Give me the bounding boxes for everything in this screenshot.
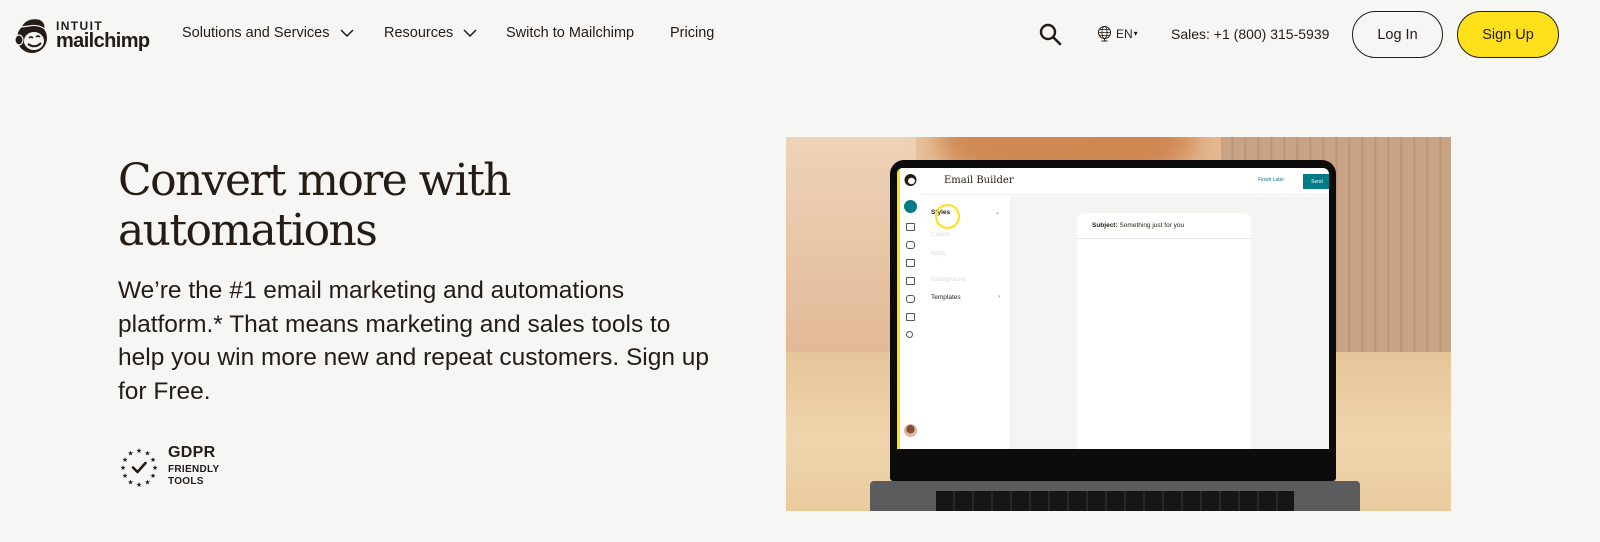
user-avatar bbox=[904, 424, 917, 437]
nav-resources[interactable]: Resources bbox=[384, 25, 477, 41]
panel-templates: Templates bbox=[931, 294, 961, 301]
cursor-highlight bbox=[935, 204, 960, 229]
svg-text:★: ★ bbox=[120, 464, 126, 472]
gdpr-title: GDPR bbox=[168, 444, 216, 461]
hero-title: Convert more with automations bbox=[118, 155, 512, 256]
search-mini-icon bbox=[906, 331, 913, 338]
email-preview-card: Subject: Something just for you bbox=[1077, 213, 1251, 449]
panel-colors: Colors bbox=[931, 231, 950, 238]
nav-solutions-label: Solutions and Services bbox=[182, 25, 330, 41]
svg-text:★: ★ bbox=[150, 456, 156, 464]
chevron-down-icon bbox=[339, 29, 354, 37]
subject-value: Something just for you bbox=[1119, 222, 1185, 229]
send-button: Send bbox=[1303, 174, 1329, 189]
chevron-down-icon bbox=[463, 29, 477, 37]
hero-image-laptop: Email Builder Finish Later Send Styles ⌄… bbox=[786, 137, 1451, 511]
chevron-right-icon: › bbox=[998, 294, 1000, 300]
svg-text:★: ★ bbox=[136, 481, 142, 488]
eu-stars-check-icon: ★ ★★ ★★★ ★★★ ★★★ bbox=[120, 447, 158, 488]
finish-later-link: Finish Later bbox=[1258, 177, 1285, 183]
automation-icon bbox=[906, 259, 915, 267]
pencil-icon bbox=[904, 200, 917, 213]
freddie-monkey-icon bbox=[14, 18, 47, 53]
search-icon[interactable] bbox=[1038, 22, 1062, 46]
panel-body: Body bbox=[931, 250, 946, 257]
audience-icon bbox=[906, 295, 915, 303]
svg-text:★: ★ bbox=[122, 472, 128, 480]
svg-text:★: ★ bbox=[150, 472, 156, 480]
app-header: Email Builder Finish Later Send bbox=[921, 168, 1329, 195]
svg-text:★: ★ bbox=[144, 478, 150, 486]
top-navigation: INTUIT mailchimp Solutions and Services … bbox=[0, 0, 1600, 70]
email-canvas: Subject: Something just for you bbox=[1011, 196, 1329, 449]
svg-text:★: ★ bbox=[127, 478, 133, 486]
laptop-keyboard bbox=[936, 491, 1294, 511]
website-icon bbox=[906, 277, 915, 285]
nav-pricing[interactable]: Pricing bbox=[670, 25, 714, 41]
hero-description: We’re the #1 email marketing and automat… bbox=[118, 277, 710, 405]
campaign-icon bbox=[906, 241, 915, 249]
content-icon bbox=[906, 223, 915, 231]
gdpr-badge: ★ ★ ★ ★ ★ ★ ★ ★ ★ ★ ★ ★ GDPR FRIENDLY TOOLS bbox=[118, 445, 219, 488]
email-builder-title: Email Builder bbox=[944, 175, 1014, 186]
panel-background: Background bbox=[931, 276, 966, 283]
chevron-icon: ⌄ bbox=[994, 210, 1000, 216]
laptop-base bbox=[870, 481, 1360, 511]
mailchimp-logo[interactable]: INTUIT mailchimp bbox=[12, 14, 150, 56]
freddie-mini-icon bbox=[904, 174, 917, 186]
laptop-screen: Email Builder Finish Later Send Styles ⌄… bbox=[897, 168, 1329, 449]
gdpr-line-friendly: FRIENDLY bbox=[168, 464, 220, 475]
caret-down-icon: ▾ bbox=[1133, 29, 1138, 38]
nav-switch-to-mailchimp[interactable]: Switch to Mailchimp bbox=[506, 25, 634, 41]
laptop-bezel: Email Builder Finish Later Send Styles ⌄… bbox=[890, 160, 1336, 481]
gdpr-line-tools: TOOLS bbox=[168, 476, 204, 487]
sales-phone[interactable]: Sales: +1 (800) 315-5939 bbox=[1171, 26, 1329, 42]
email-subject-line: Subject: Something just for you bbox=[1077, 213, 1251, 239]
nav-resources-label: Resources bbox=[384, 25, 454, 41]
styles-panel: Styles ⌄ Colors Body Background Template… bbox=[921, 196, 1011, 449]
subject-label: Subject: bbox=[1092, 222, 1118, 229]
language-selector[interactable]: EN ▾ bbox=[1096, 25, 1138, 42]
globe-icon bbox=[1098, 26, 1111, 42]
svg-text:★: ★ bbox=[127, 449, 133, 457]
svg-text:★: ★ bbox=[152, 464, 158, 472]
integrations-icon bbox=[906, 313, 915, 321]
nav-solutions-and-services[interactable]: Solutions and Services bbox=[182, 25, 354, 41]
login-button[interactable]: Log In bbox=[1352, 11, 1443, 58]
app-icon-rail bbox=[897, 168, 921, 449]
language-label: EN bbox=[1116, 26, 1133, 41]
logo-mailchimp-text: mailchimp bbox=[56, 29, 150, 52]
svg-text:★: ★ bbox=[136, 447, 142, 455]
signup-button[interactable]: Sign Up bbox=[1457, 11, 1559, 58]
